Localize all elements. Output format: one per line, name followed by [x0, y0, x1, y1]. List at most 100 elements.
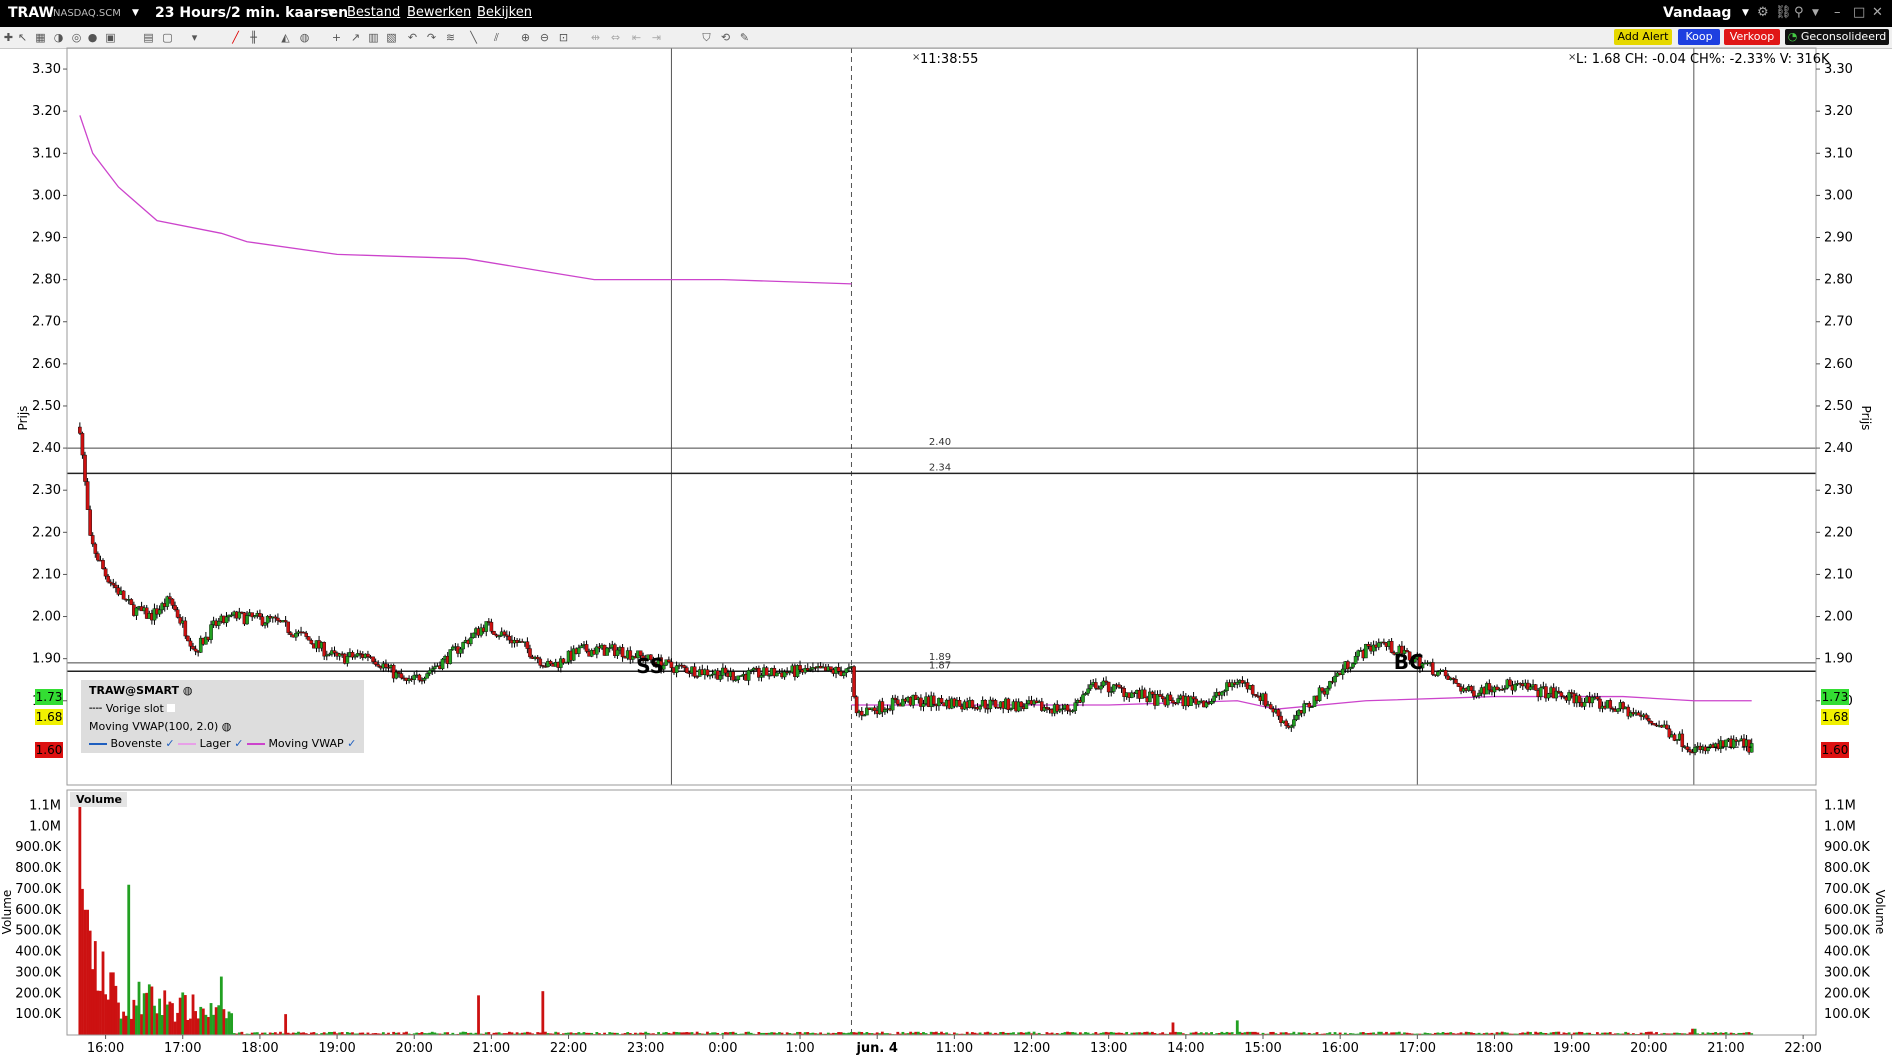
- y-tick-label-right: 2.10: [1824, 567, 1853, 582]
- candle-body: [1546, 693, 1551, 699]
- y-tick-label-right: 2.80: [1824, 273, 1853, 288]
- candle-body: [841, 672, 846, 676]
- legend-line-upper: Bovenste: [110, 737, 162, 750]
- legend-line-vwap-icon: [246, 743, 265, 745]
- candle-body: [1160, 696, 1165, 700]
- candle-body: [134, 607, 139, 616]
- volume-tick-label-right: 800.0K: [1824, 861, 1870, 876]
- candle-body: [80, 433, 85, 456]
- volume-tick-label: 900.0K: [15, 840, 61, 855]
- candle-body: [1608, 700, 1613, 709]
- candle-body: [1595, 696, 1600, 700]
- legend-check-icon[interactable]: ✓: [347, 737, 356, 750]
- candle-body: [507, 636, 512, 641]
- candle-body: [718, 675, 723, 680]
- volume-tick-label-right: 1.0M: [1824, 819, 1856, 834]
- candle-body: [1292, 719, 1296, 727]
- volume-bar: [199, 1006, 203, 1035]
- candle-body: [1472, 690, 1476, 697]
- vwap-line-session1: [79, 115, 852, 285]
- x-tick-label: 15:00: [1244, 1041, 1281, 1056]
- candle-body: [288, 632, 293, 635]
- x-tick-label: 20:00: [1630, 1041, 1667, 1056]
- volume-tick-label-right: 500.0K: [1824, 924, 1870, 939]
- volume-bar: [165, 1004, 169, 1035]
- legend-box[interactable]: TRAW@SMART ◍ ╌╌ Vorige slot Moving VWAP(…: [81, 680, 364, 753]
- x-tick-label: 17:00: [164, 1041, 201, 1056]
- candle-body: [682, 665, 687, 668]
- volume-axis-title: Volume: [0, 890, 14, 935]
- candle-body: [1706, 747, 1710, 752]
- annotation-bc: BC: [1394, 650, 1424, 674]
- candle-body: [245, 615, 249, 625]
- legend-check-icon[interactable]: ✓: [234, 737, 243, 750]
- volume-bar: [181, 992, 185, 1035]
- candle-body: [1688, 749, 1692, 753]
- x-tick-label: 19:00: [1553, 1041, 1590, 1056]
- candle-body: [90, 535, 95, 545]
- candle-body: [111, 583, 116, 586]
- candle-body: [93, 543, 98, 554]
- price-badge-high-right: 1.73: [1821, 689, 1849, 705]
- candle-body: [1389, 641, 1394, 653]
- candle-body: [258, 613, 262, 617]
- candle-body: [175, 609, 180, 618]
- candle-body: [1582, 701, 1587, 707]
- candle-body: [448, 649, 453, 664]
- x-tick-label: 20:00: [395, 1041, 432, 1056]
- volume-bar: [186, 1019, 190, 1035]
- volume-bar: [214, 1007, 218, 1035]
- candle-body: [373, 661, 378, 665]
- volume-bar: [147, 984, 151, 1035]
- candle-body: [83, 454, 87, 482]
- y-tick-label-right: 2.70: [1824, 315, 1853, 330]
- candle-body: [193, 648, 198, 652]
- candle-body: [1559, 692, 1564, 697]
- volume-bar: [189, 1018, 192, 1035]
- y-tick-label: 2.70: [32, 315, 61, 330]
- candle-body: [1649, 720, 1654, 724]
- price-badge-high: 1.73: [35, 689, 63, 705]
- legend-globe-icon[interactable]: ◍: [183, 684, 193, 697]
- candle-body: [384, 663, 388, 668]
- candle-body: [276, 617, 280, 621]
- volume-tick-label: 500.0K: [15, 924, 61, 939]
- volume-tick-label-right: 200.0K: [1824, 986, 1870, 1001]
- legend-check-icon[interactable]: ✓: [165, 737, 174, 750]
- clock-close-icon: ×: [912, 52, 920, 63]
- candle-body: [1212, 695, 1216, 702]
- volume-bar: [81, 888, 84, 1035]
- candle-body: [1366, 644, 1371, 647]
- x-tick-label: 16:00: [87, 1041, 124, 1056]
- candle-body: [1533, 684, 1538, 691]
- x-tick-label: 0:00: [708, 1041, 737, 1056]
- legend-color-swatch[interactable]: [167, 704, 176, 712]
- candle-body: [1081, 694, 1085, 703]
- volume-bar: [183, 995, 187, 1035]
- volume-bar: [78, 795, 82, 1035]
- candle-body: [872, 707, 877, 711]
- x-tick-label: 13:00: [1090, 1041, 1127, 1056]
- price-level-label: 2.40: [929, 437, 951, 448]
- legend-study-name: Moving VWAP(100, 2.0): [89, 720, 219, 733]
- candle-body: [1088, 684, 1093, 690]
- y-tick-label: 2.40: [32, 441, 61, 456]
- x-tick-label: 14:00: [1167, 1041, 1204, 1056]
- chart-canvas[interactable]: 16:00 17:00 18:00 19:00 20:00 21:00 22:00 23:00…: [0, 0, 1892, 1057]
- candle-body: [535, 656, 540, 660]
- volume-tick-label-right: 300.0K: [1824, 965, 1870, 980]
- candle-body: [548, 660, 553, 665]
- volume-bar: [119, 1018, 123, 1035]
- volume-bar: [101, 951, 105, 1035]
- candle-body: [304, 632, 309, 637]
- volume-bar: [173, 1021, 177, 1035]
- candle-body: [1117, 684, 1121, 688]
- legend-study-globe-icon[interactable]: ◍: [222, 720, 232, 733]
- candle-body: [890, 697, 895, 711]
- candle-body: [224, 616, 229, 624]
- y-tick-label-right: 2.30: [1824, 483, 1853, 498]
- candle-body: [957, 699, 962, 707]
- candle-body: [1376, 642, 1381, 648]
- candle-body: [78, 426, 82, 434]
- volume-tick-label: 300.0K: [15, 965, 61, 980]
